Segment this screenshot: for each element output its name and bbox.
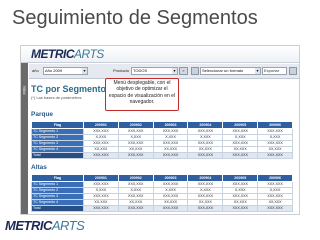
chevron-down-icon: ▾	[82, 68, 87, 74]
apply-button[interactable]: »	[179, 67, 188, 75]
report-subtitle: (*) Las bases de parámetros	[31, 95, 82, 100]
app-logo: METRICARTS	[31, 47, 104, 61]
table-cell: XXX,XXX	[187, 151, 224, 159]
section-label-parque: Parque	[31, 111, 54, 118]
year-label: año	[32, 68, 39, 73]
table-total-row: Total XXX,XXX XXX,XXX XXX,XXX XXX,XXX XX…	[31, 204, 293, 212]
side-filter-tab[interactable]: Filtro	[21, 63, 28, 214]
table-cell: XXX,XXX	[152, 204, 189, 212]
parque-table: Flag 200901 200902 200903 200904 200905 …	[31, 121, 293, 159]
table-cell: XXX,XXX	[152, 151, 189, 159]
product-label: Producto	[113, 68, 130, 73]
chevron-down-icon: ▾	[255, 68, 260, 74]
table-cell: XXX,XXX	[222, 151, 259, 159]
callout-annotation: Menú desplegable, con el objetivo de opt…	[105, 78, 179, 111]
chevron-down-icon: ▾	[172, 68, 177, 74]
table-cell: XXX,XXX	[222, 204, 259, 212]
app-screenshot: METRICARTS Filtro año Año 2009 ▾ Producto…	[20, 45, 300, 215]
table-cell: XXX,XXX	[117, 204, 154, 212]
app-logo-arts: ARTS	[74, 47, 104, 61]
footer-logo-arts: ARTS	[51, 218, 85, 233]
format-select[interactable]: Seleccionar un formato ▾	[200, 67, 261, 75]
footer-logo: METRICARTS	[5, 218, 85, 233]
footer-logo-main: METRIC	[5, 218, 52, 233]
side-filter-tab-label: Filtro	[21, 85, 27, 95]
table-total-row: Total XXX,XXX XXX,XXX XXX,XXX XXX,XXX XX…	[31, 151, 293, 159]
filter-bar: año Año 2009 ▾ Producto TODOS ▾ » Seleccio…	[29, 64, 299, 79]
print-icon[interactable]	[191, 67, 199, 75]
table-cell: XXX,XXX	[257, 204, 293, 212]
export-link[interactable]: Exportar	[262, 67, 287, 75]
product-select-value: TODOS	[133, 68, 148, 73]
table-cell: XXX,XXX	[257, 151, 293, 159]
report-title: TC por Segmento	[31, 84, 107, 94]
refresh-icon[interactable]	[289, 67, 297, 75]
app-header: METRICARTS	[21, 46, 299, 63]
row-label: Total	[31, 204, 84, 212]
app-logo-main: METRIC	[31, 47, 75, 61]
table-cell: XXX,XXX	[187, 204, 224, 212]
section-label-altas: Altas	[31, 164, 47, 171]
altas-table: Flag 200901 200902 200903 200904 200905 …	[31, 174, 293, 212]
slide-title: Seguimiento de Segmentos	[12, 7, 258, 29]
year-select-value: Año 2009	[45, 68, 63, 73]
table-cell: XXX,XXX	[83, 204, 119, 212]
product-select[interactable]: TODOS ▾	[131, 67, 178, 75]
table-cell: XXX,XXX	[117, 151, 154, 159]
format-select-value: Seleccionar un formato	[202, 68, 244, 73]
table-cell: XXX,XXX	[83, 151, 119, 159]
row-label: Total	[31, 151, 84, 159]
year-select[interactable]: Año 2009 ▾	[43, 67, 88, 75]
